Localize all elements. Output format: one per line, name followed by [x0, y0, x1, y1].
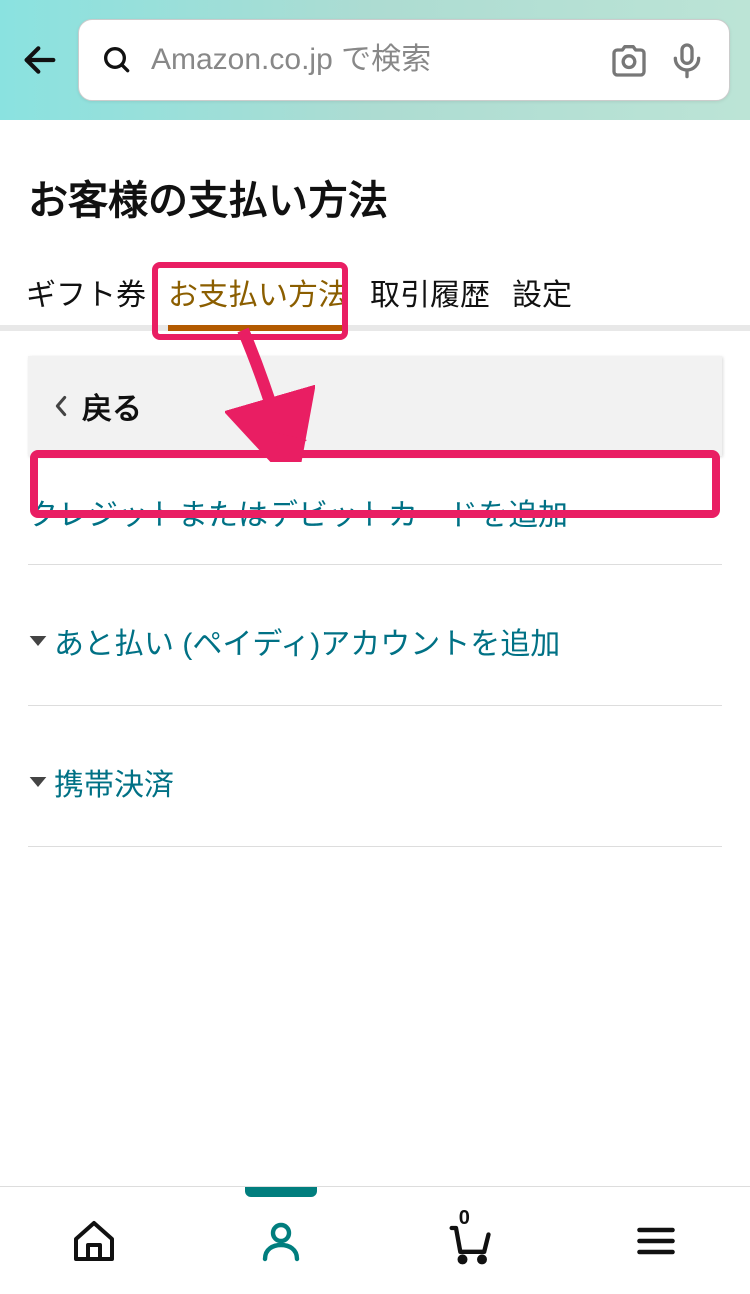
tab-settings[interactable]: 設定: [508, 262, 576, 325]
option-label: あと払い (ペイディ)アカウントを追加: [54, 619, 560, 663]
option-mobile-payment[interactable]: 携帯決済: [28, 706, 722, 847]
option-add-credit-debit[interactable]: クレジットまたはデビットカードを追加: [28, 456, 722, 565]
option-label: 携帯決済: [54, 760, 174, 804]
nav-menu[interactable]: [626, 1211, 686, 1271]
chevron-down-icon: [28, 772, 48, 792]
tab-payment-methods[interactable]: お支払い方法: [164, 262, 352, 325]
microphone-icon[interactable]: [667, 40, 707, 80]
bottom-nav: 0: [0, 1186, 750, 1294]
back-row[interactable]: 戻る: [28, 356, 722, 456]
page-title: お客様の支払い方法: [0, 120, 750, 262]
search-input[interactable]: [151, 43, 591, 77]
camera-icon[interactable]: [609, 40, 649, 80]
cart-count-badge: 0: [459, 1207, 470, 1230]
nav-home[interactable]: [64, 1211, 124, 1271]
tab-gift-cards[interactable]: ギフト券: [22, 262, 150, 325]
app-header: [0, 0, 750, 120]
nav-cart[interactable]: 0: [439, 1211, 499, 1271]
option-add-paidy[interactable]: あと払い (ペイディ)アカウントを追加: [28, 565, 722, 706]
chevron-left-icon: [54, 395, 68, 417]
arrow-left-icon: [20, 40, 60, 80]
search-bar[interactable]: [78, 19, 730, 101]
chevron-down-icon: [28, 631, 48, 651]
tabs: ギフト券 お支払い方法 取引履歴 設定: [0, 262, 750, 331]
back-row-label: 戻る: [82, 384, 142, 428]
search-icon: [101, 44, 133, 76]
hamburger-icon: [634, 1219, 678, 1263]
user-icon: [257, 1217, 305, 1265]
back-button[interactable]: [20, 40, 60, 80]
content: 戻る クレジットまたはデビットカードを追加 あと払い (ペイディ)アカウントを追…: [0, 356, 750, 847]
option-label: クレジットまたはデビットカードを追加: [28, 490, 568, 534]
tab-transaction-history[interactable]: 取引履歴: [366, 262, 494, 325]
nav-account[interactable]: [251, 1211, 311, 1271]
home-icon: [70, 1217, 118, 1265]
